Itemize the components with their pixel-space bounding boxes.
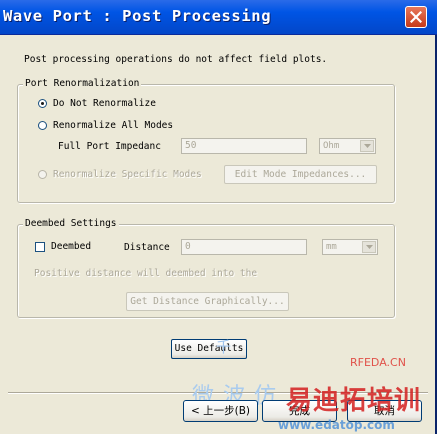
renormalize-specific-radio[interactable]	[38, 170, 47, 179]
window-title: Wave Port : Post Processing	[3, 7, 272, 25]
impedance-unit-dropdown-arrow[interactable]	[360, 140, 374, 152]
do-not-renormalize-label[interactable]: Do Not Renormalize	[53, 98, 156, 109]
back-button[interactable]: < 上一步(B)	[183, 400, 258, 422]
edit-mode-impedances-button[interactable]: Edit Mode Impedances...	[224, 165, 377, 184]
full-port-impedance-label: Full Port Impedanc	[58, 141, 161, 152]
use-defaults-button[interactable]: Use Defaults	[171, 339, 247, 359]
distance-input[interactable]: 0	[181, 239, 307, 255]
renormalize-all-radio[interactable]	[38, 121, 47, 130]
deembed-settings-legend: Deembed Settings	[23, 218, 119, 229]
distance-unit-select[interactable]: mm	[322, 239, 378, 255]
chevron-down-icon	[364, 144, 371, 148]
chevron-down-icon	[366, 245, 373, 249]
renormalize-all-label[interactable]: Renormalize All Modes	[53, 120, 173, 131]
deembed-hint: Positive distance will deembed into the	[34, 268, 258, 279]
close-button[interactable]	[405, 6, 427, 28]
watermark-brand: 易迪拓培训	[286, 386, 422, 416]
watermark-url: www.edatop.com	[278, 418, 395, 432]
get-distance-graphically-button[interactable]: Get Distance Graphically...	[126, 292, 289, 311]
watermark-glyph: 千	[216, 338, 232, 356]
deembed-label[interactable]: Deembed	[51, 241, 91, 252]
deembed-checkbox[interactable]	[35, 242, 45, 252]
full-port-impedance-input[interactable]: 50	[181, 138, 307, 154]
distance-unit-value: mm	[326, 242, 337, 252]
distance-unit-dropdown-arrow[interactable]	[362, 241, 376, 253]
title-bar[interactable]: Wave Port : Post Processing	[0, 0, 437, 35]
post-processing-dialog: Wave Port : Post Processing Post process…	[0, 0, 437, 434]
watermark-rfeda: RFEDA.CN	[350, 356, 406, 369]
distance-label: Distance	[124, 242, 170, 253]
impedance-unit-select[interactable]: Ohm	[319, 138, 376, 154]
port-renormalization-legend: Port Renormalization	[23, 78, 142, 89]
intro-text: Post processing operations do not affect…	[24, 54, 328, 65]
do-not-renormalize-radio[interactable]	[38, 99, 47, 108]
impedance-unit-value: Ohm	[323, 141, 340, 151]
renormalize-specific-label[interactable]: Renormalize Specific Modes	[53, 169, 202, 180]
